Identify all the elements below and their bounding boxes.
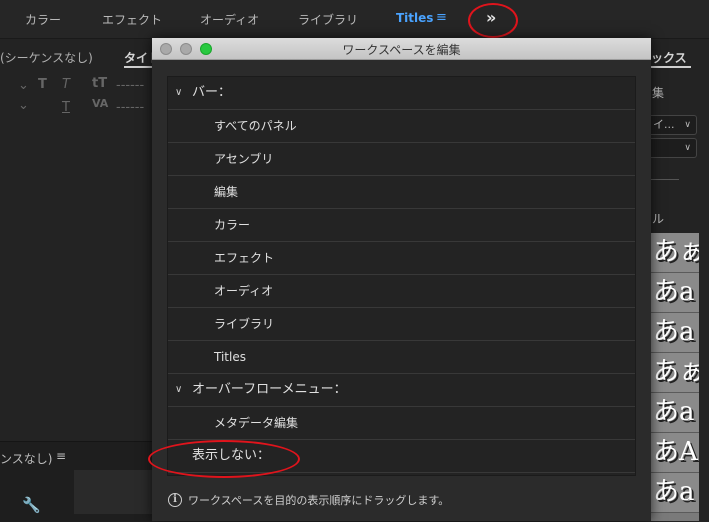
workspace-bar: カラー エフェクト オーディオ ライブラリ Titles ≡ » (0, 0, 709, 39)
left-panel-tab[interactable]: (シーケンスなし) (0, 49, 93, 66)
lower-panel-tab[interactable]: ンスなし) (0, 450, 52, 467)
chevron-down-icon[interactable]: ⌄ (18, 78, 29, 93)
list-item-label: すべてのパネル (214, 119, 297, 133)
list-item-label: アセンブリ (214, 152, 274, 166)
list-item-label: カラー (214, 218, 251, 232)
text-style-swatch[interactable]: あa (651, 273, 699, 313)
workspace-tab-libraries[interactable]: ライブラリ (298, 11, 358, 28)
text-style-swatch[interactable]: あぁ (651, 353, 699, 393)
active-tab-underline (651, 66, 691, 68)
text-underline-icon[interactable]: T (62, 100, 70, 115)
section-label: オーバーフローメニュー： (192, 382, 347, 397)
kerning-icon[interactable]: VA (92, 97, 108, 110)
list-item-label: 編集 (214, 185, 239, 199)
list-item-label: メタデータ編集 (214, 416, 299, 430)
text-bold-icon[interactable]: T (38, 77, 47, 92)
chevron-down-icon: ∨ (684, 143, 691, 153)
divider (651, 179, 679, 180)
list-item[interactable]: ライブラリ (168, 308, 635, 341)
list-item[interactable]: オーディオ (168, 275, 635, 308)
hamburger-icon[interactable]: ≡ (436, 10, 447, 25)
list-item[interactable]: すべてのパネル (168, 110, 635, 143)
styles-label: ル (652, 212, 665, 226)
workspace-tab-color[interactable]: カラー (25, 11, 61, 28)
dialog-title: ワークスペースを編集 (342, 43, 461, 57)
preview-area (74, 470, 152, 514)
list-item[interactable]: エフェクト (168, 242, 635, 275)
text-style-swatch[interactable]: あa (651, 313, 699, 353)
list-item[interactable]: アセンブリ (168, 143, 635, 176)
text-style-swatch[interactable]: あa (651, 393, 699, 433)
list-item-label: ライブラリ (214, 317, 275, 331)
right-dropdown[interactable]: ∨ (651, 138, 697, 158)
highlight-oval-do-not-show (148, 440, 300, 478)
list-item-label: オーディオ (214, 284, 274, 298)
panel-menu-icon[interactable]: ≡ (56, 449, 66, 463)
highlight-oval-overflow (468, 3, 518, 38)
workspace-tab-titles[interactable]: Titles (396, 11, 433, 25)
right-panel-tab[interactable]: ックス (651, 49, 687, 66)
list-item[interactable]: カラー (168, 209, 635, 242)
tracking-line: ------ (116, 78, 145, 93)
kerning-line: ------ (116, 100, 145, 115)
text-style-swatch[interactable]: あa (651, 473, 699, 513)
right-panel-label: 集 (652, 86, 665, 100)
workspace-tab-audio[interactable]: オーディオ (200, 11, 259, 28)
workspace-tab-effects[interactable]: エフェクト (102, 11, 162, 28)
chevron-down-icon[interactable]: ⌄ (18, 98, 29, 113)
dialog-titlebar: ワークスペースを編集 (152, 38, 651, 60)
list-item[interactable]: メタデータ編集 (168, 407, 635, 440)
section-bar[interactable]: ∨ バー： (168, 77, 635, 110)
text-style-swatch[interactable]: あA (651, 433, 699, 473)
workspace-list: ∨ バー： すべてのパネル アセンブリ 編集 カラー エフェクト オーディオ ラ… (167, 76, 636, 476)
active-tab-underline (124, 66, 152, 68)
chevron-down-icon[interactable]: ∨ (175, 77, 182, 109)
list-item-label: Titles (214, 350, 246, 364)
list-item[interactable]: 編集 (168, 176, 635, 209)
text-style-swatch[interactable]: あぁ (651, 233, 699, 273)
dropdown-value: イ... (653, 118, 675, 131)
right-dropdown[interactable]: イ... ∨ (651, 115, 697, 135)
section-label: バー： (192, 85, 232, 100)
chevron-down-icon: ∨ (684, 120, 691, 130)
info-icon: i (168, 493, 182, 507)
text-italic-icon[interactable]: T (62, 77, 70, 92)
section-overflow-menu[interactable]: ∨ オーバーフローメニュー： (168, 374, 635, 407)
chevron-down-icon[interactable]: ∨ (175, 374, 182, 406)
wrench-icon[interactable]: 🔧 (22, 496, 41, 514)
footer-hint: ワークスペースを目的の表示順序にドラッグします。 (188, 494, 450, 507)
list-item-label: エフェクト (214, 251, 275, 265)
text-size-icon[interactable]: tT (92, 76, 107, 91)
list-item[interactable]: Titles (168, 341, 635, 374)
